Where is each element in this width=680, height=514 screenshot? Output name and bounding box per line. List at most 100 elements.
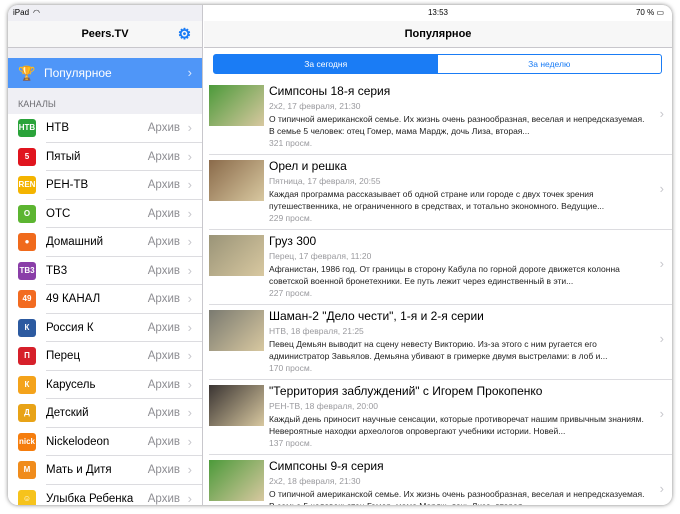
wifi-icon: ◠ xyxy=(33,8,40,17)
program-row[interactable]: Орел и решка Пятница, 17 февраля, 20:55 … xyxy=(209,155,672,230)
sidebar-item-popular[interactable]: 🏆 Популярное › xyxy=(8,58,202,88)
program-title: Орел и решка xyxy=(269,159,347,173)
archive-link[interactable]: Архив xyxy=(148,456,180,485)
device-label: iPad xyxy=(13,8,30,17)
program-meta: Перец, 17 февраля, 11:20 xyxy=(269,251,372,261)
archive-link[interactable]: Архив xyxy=(148,200,180,229)
chevron-right-icon: › xyxy=(659,181,664,196)
app-title: Peers.TV xyxy=(81,28,129,40)
program-description: Каждая программа рассказывает об одной с… xyxy=(269,189,605,211)
battery-status: 70 % ▭ xyxy=(635,8,664,17)
tab-week[interactable]: За неделю xyxy=(438,55,662,73)
program-row[interactable]: Шаман-2 "Дело чести", 1-я и 2-я серии НТ… xyxy=(209,305,672,380)
channel-row[interactable]: Д Детский Архив › xyxy=(8,399,202,428)
program-thumbnail xyxy=(209,160,264,201)
ipad-screen: iPad ◠ Peers.TV ⚙ 🏆 Популярное › КАНАЛЫ … xyxy=(8,5,672,505)
chevron-right-icon: › xyxy=(187,205,192,221)
chevron-right-icon: › xyxy=(187,490,192,506)
archive-link[interactable]: Архив xyxy=(148,428,180,457)
chevron-right-icon: › xyxy=(659,331,664,346)
main-navbar: Популярное xyxy=(204,21,672,48)
channel-row[interactable]: НТВ НТВ Архив › xyxy=(8,114,202,143)
channel-name: ОТС xyxy=(46,207,71,220)
channel-row[interactable]: К Россия К Архив › xyxy=(8,314,202,343)
program-title: Груз 300 xyxy=(269,234,317,248)
program-thumbnail xyxy=(209,385,264,426)
program-views: 229 просм. xyxy=(269,213,313,223)
archive-link[interactable]: Архив xyxy=(148,399,180,428)
program-description: Певец Демьян выводит на сцену невесту Ви… xyxy=(269,339,608,361)
archive-link[interactable]: Архив xyxy=(148,171,180,200)
channel-row[interactable]: ☺ Улыбка Ребенка Архив › xyxy=(8,485,202,506)
channel-name: Nickelodeon xyxy=(46,435,110,448)
program-description: Афганистан, 1986 год. От границы в сторо… xyxy=(269,264,620,286)
chevron-right-icon: › xyxy=(187,65,192,80)
channel-name: Улыбка Ребенка xyxy=(46,492,134,505)
channel-logo-icon: ☺ xyxy=(18,489,36,505)
program-description: Каждый день приносит научные сенсации, к… xyxy=(269,414,644,436)
channel-name: 49 КАНАЛ xyxy=(46,293,101,305)
channel-row[interactable]: O ОТС Архив › xyxy=(8,200,202,229)
channel-logo-icon: М xyxy=(18,461,36,479)
chevron-right-icon: › xyxy=(187,262,192,278)
program-meta: Пятница, 17 февраля, 20:55 xyxy=(269,176,381,186)
channel-row[interactable]: ТВ3 ТВ3 Архив › xyxy=(8,257,202,286)
channel-logo-icon: ТВ3 xyxy=(18,261,36,280)
program-views: 321 просм. xyxy=(269,138,313,148)
program-row[interactable]: Груз 300 Перец, 17 февраля, 11:20 Афгани… xyxy=(209,230,672,305)
channel-row[interactable]: М Мать и Дитя Архив › xyxy=(8,456,202,485)
archive-link[interactable]: Архив xyxy=(148,314,180,343)
archive-link[interactable]: Архив xyxy=(148,371,180,400)
sidebar: iPad ◠ Peers.TV ⚙ 🏆 Популярное › КАНАЛЫ … xyxy=(8,5,203,505)
chevron-right-icon: › xyxy=(659,406,664,421)
archive-link[interactable]: Архив xyxy=(148,114,180,143)
archive-link[interactable]: Архив xyxy=(148,342,180,371)
channel-row[interactable]: nick Nickelodeon Архив › xyxy=(8,428,202,457)
channel-logo-icon: К xyxy=(18,375,36,394)
channel-logo-icon: П xyxy=(18,347,36,365)
channel-logo-icon: К xyxy=(18,318,36,337)
archive-link[interactable]: Архив xyxy=(148,257,180,286)
chevron-right-icon: › xyxy=(187,319,192,335)
program-description: О типичной американской семье. Их жизнь … xyxy=(269,114,645,136)
channel-logo-icon: 49 xyxy=(18,290,36,308)
channel-name: Домашний xyxy=(46,236,104,248)
chevron-right-icon: › xyxy=(187,120,192,135)
archive-link[interactable]: Архив xyxy=(148,143,180,172)
channel-row[interactable]: К Карусель Архив › xyxy=(8,371,202,400)
channel-row[interactable]: 49 49 КАНАЛ Архив › xyxy=(8,285,202,314)
channel-logo-icon: НТВ xyxy=(18,119,36,137)
program-row[interactable]: Симпсоны 9-я серия 2х2, 18 февраля, 21:3… xyxy=(209,455,672,505)
program-thumbnail xyxy=(209,235,264,276)
channel-row[interactable]: П Перец Архив › xyxy=(8,342,202,371)
settings-gear-icon[interactable]: ⚙ xyxy=(177,27,192,42)
channel-logo-icon: Д xyxy=(18,404,36,422)
channel-name: Россия К xyxy=(46,321,94,334)
archive-link[interactable]: Архив xyxy=(148,485,180,506)
status-time: 13:53 xyxy=(427,8,449,17)
chevron-right-icon: › xyxy=(187,405,192,420)
channel-logo-icon: O xyxy=(18,204,36,223)
channel-row[interactable]: REN РЕН-ТВ Архив › xyxy=(8,171,202,200)
program-meta: НТВ, 18 февраля, 21:25 xyxy=(269,326,364,336)
program-row[interactable]: "Территория заблуждений" с Игорем Прокоп… xyxy=(209,380,672,455)
program-title: Симпсоны 9-я серия xyxy=(269,459,384,473)
channel-logo-icon: REN xyxy=(18,176,36,194)
chevron-right-icon: › xyxy=(659,106,664,121)
sidebar-navbar: Peers.TV ⚙ xyxy=(8,21,202,48)
channel-row[interactable]: ● Домашний Архив › xyxy=(8,228,202,257)
page-title: Популярное xyxy=(404,28,472,40)
program-views: 137 просм. xyxy=(269,438,313,448)
archive-link[interactable]: Архив xyxy=(148,285,180,314)
program-title: Симпсоны 18-я серия xyxy=(269,84,391,98)
channels-section-header: КАНАЛЫ xyxy=(18,99,56,109)
program-title: "Территория заблуждений" с Игорем Прокоп… xyxy=(269,384,543,398)
battery-percent: 70 % xyxy=(635,8,655,17)
chevron-right-icon: › xyxy=(659,481,664,496)
channel-name: Мать и Дитя xyxy=(46,464,112,476)
channel-row[interactable]: 5 Пятый Архив › xyxy=(8,143,202,172)
program-row[interactable]: Симпсоны 18-я серия 2х2, 17 февраля, 21:… xyxy=(209,80,672,155)
archive-link[interactable]: Архив xyxy=(148,228,180,257)
tab-today[interactable]: За сегодня xyxy=(214,55,438,73)
channel-name: Пятый xyxy=(46,150,81,163)
